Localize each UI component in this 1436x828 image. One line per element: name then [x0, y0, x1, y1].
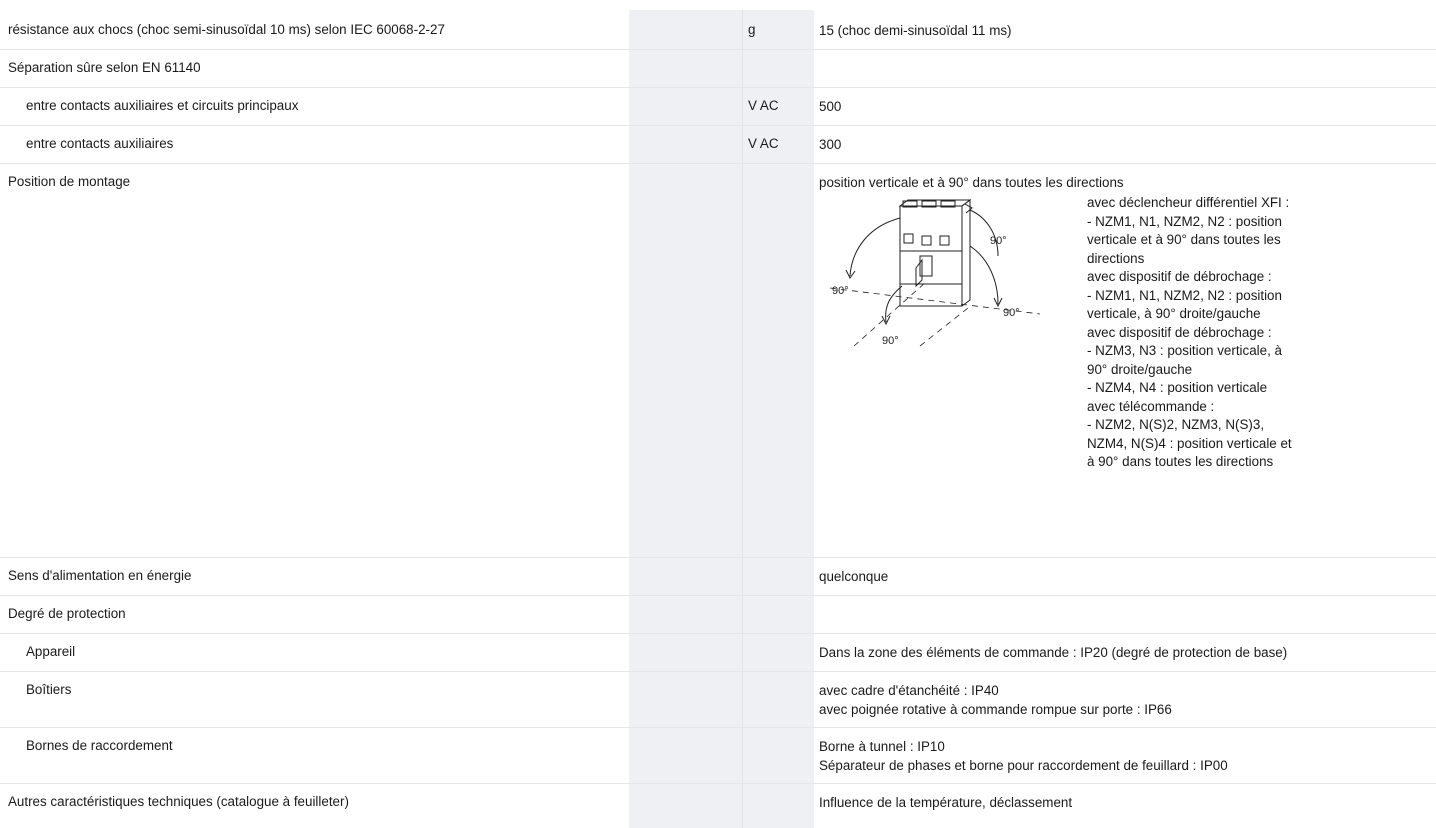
row-label: Appareil	[26, 644, 76, 659]
row-value: avec cadre d'étanchéité : IP40 avec poig…	[819, 682, 1172, 719]
mounting-note-line: à 90° dans toutes les directions	[1087, 454, 1274, 469]
row-value: 15 (choc demi-sinusoïdal 11 ms)	[819, 23, 1012, 38]
table-row: Bornes de raccordement Borne à tunnel : …	[0, 728, 1436, 784]
mounting-note-line: - NZM4, N4 : position verticale	[1087, 380, 1268, 395]
table-row: Degré de protection	[0, 596, 1436, 634]
row-value: quelconque	[819, 569, 889, 584]
row-value: position verticale et à 90° dans toutes …	[819, 175, 1124, 190]
mounting-note-line: 90° droite/gauche	[1087, 361, 1193, 377]
table-row: Autres caractéristiques techniques (cata…	[0, 784, 1436, 822]
angle-label: 90°	[832, 285, 849, 297]
table-row: entre contacts auxiliaires et circuits p…	[0, 88, 1436, 126]
mounting-note-line: directions	[1087, 250, 1145, 266]
arrow-head	[964, 203, 973, 214]
row-value: Borne à tunnel : IP10 Séparateur de phas…	[819, 738, 1228, 775]
row-label: résistance aux chocs (choc semi-sinusoïd…	[8, 22, 445, 37]
mounting-note-line: NZM4, N(S)4 : position verticale et	[1087, 435, 1292, 451]
mounting-notes: avec déclencheur différentiel XFI : - NZ…	[1087, 194, 1347, 472]
table-row: Appareil Dans la zone des éléments de co…	[0, 634, 1436, 672]
mounting-note-line: avec dispositif de débrochage :	[1087, 269, 1272, 284]
table-row: Sens d'alimentation en énergie quelconqu…	[0, 558, 1436, 596]
row-value: Dans la zone des éléments de commande : …	[819, 645, 1288, 660]
row-label: Position de montage	[8, 174, 131, 189]
mounting-note-line: avec déclencheur différentiel XFI :	[1087, 195, 1290, 210]
table-row: résistance aux chocs (choc semi-sinusoïd…	[0, 12, 1436, 50]
toggle-base	[915, 258, 923, 288]
mounting-note-line: - NZM3, N3 : position verticale, à	[1087, 343, 1282, 358]
mounting-note-line: - NZM2, N(S)2, NZM3, N(S)3,	[1087, 417, 1265, 432]
indicator-window	[939, 235, 950, 246]
table-row: Séparation sûre selon EN 61140	[0, 50, 1436, 88]
row-unit: V AC	[748, 136, 779, 151]
rotation-arrow-right	[969, 245, 999, 305]
row-unit: g	[748, 22, 756, 37]
row-label: Autres caractéristiques techniques (cata…	[8, 794, 349, 809]
row-value-line: Borne à tunnel : IP10	[819, 739, 945, 754]
row-label: Séparation sûre selon EN 61140	[8, 60, 201, 75]
row-value: 500	[819, 99, 842, 114]
row-value-line: Séparateur de phases et borne pour racco…	[819, 757, 1228, 773]
angle-label: 90°	[1003, 307, 1020, 319]
row-label: Sens d'alimentation en énergie	[8, 568, 192, 583]
mounting-note-line: verticale et à 90° dans toutes les	[1087, 232, 1281, 247]
mounting-note-line: avec dispositif de débrochage :	[1087, 324, 1272, 340]
row-unit: V AC	[748, 98, 779, 113]
row-value-line: avec poignée rotative à commande rompue …	[819, 701, 1172, 717]
rotation-arrow-left	[849, 217, 901, 277]
table-row: Boîtiers avec cadre d'étanchéité : IP40 …	[0, 672, 1436, 728]
breaker-side-face	[961, 199, 971, 307]
mounting-position-diagram: 90° 90° 90° 90°	[830, 199, 1041, 347]
axis-line	[919, 307, 969, 347]
row-value-line: avec cadre d'étanchéité : IP40	[819, 683, 999, 698]
mounting-note-line: verticale, à 90° droite/gauche	[1087, 306, 1261, 321]
mounting-note-line: avec télécommande :	[1087, 398, 1215, 414]
row-label: entre contacts auxiliaires	[26, 136, 174, 151]
row-value: Influence de la température, déclassemen…	[819, 795, 1073, 810]
mounting-note-line: - NZM1, N1, NZM2, N2 : position	[1087, 287, 1282, 303]
mounting-note-line: - NZM1, N1, NZM2, N2 : position	[1087, 213, 1282, 229]
row-label: Bornes de raccordement	[26, 738, 173, 753]
row-label: entre contacts auxiliaires et circuits p…	[26, 98, 299, 113]
indicator-window	[921, 235, 932, 246]
row-value: 300	[819, 137, 842, 152]
row-label: Boîtiers	[26, 682, 72, 697]
angle-label: 90°	[882, 335, 899, 347]
indicator-window	[903, 233, 914, 244]
table-row: entre contacts auxiliaires V AC 300	[0, 126, 1436, 164]
angle-label: 90°	[990, 235, 1007, 247]
row-label: Degré de protection	[8, 606, 126, 621]
